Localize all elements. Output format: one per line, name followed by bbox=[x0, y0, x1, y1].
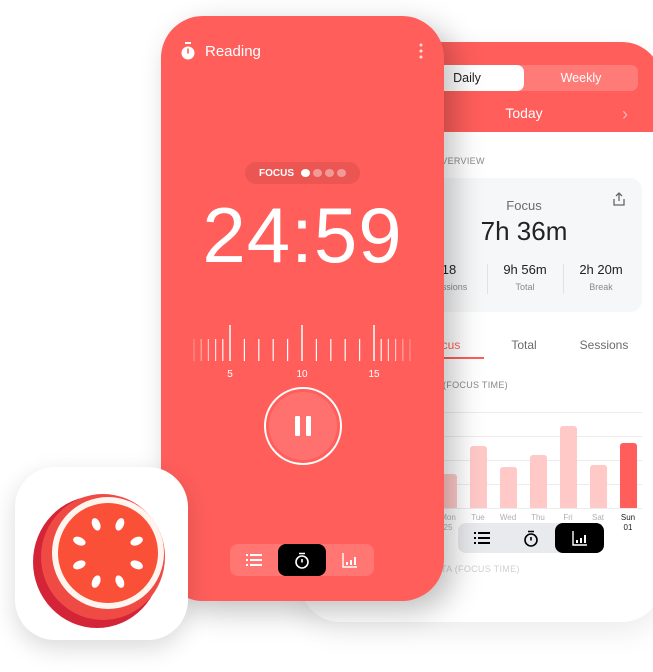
chart-icon bbox=[571, 531, 587, 546]
nav-timer-button[interactable] bbox=[507, 523, 556, 553]
bar-sat[interactable] bbox=[589, 464, 607, 508]
nav-chart-button[interactable] bbox=[555, 523, 605, 553]
app-icon bbox=[15, 467, 188, 640]
nav-list-button[interactable] bbox=[230, 544, 278, 576]
bar-tue[interactable] bbox=[469, 445, 487, 508]
list-icon bbox=[474, 532, 491, 544]
session-progress bbox=[301, 169, 346, 177]
nav-chart-button[interactable] bbox=[326, 544, 374, 576]
bar-fri[interactable] bbox=[559, 426, 577, 508]
day-label: Thu bbox=[531, 513, 545, 522]
pause-button[interactable] bbox=[264, 387, 342, 465]
day-label: Fri bbox=[563, 513, 573, 522]
timer-icon bbox=[295, 552, 309, 569]
mode-label: FOCUS bbox=[259, 167, 294, 179]
time-remaining: 24:59 bbox=[202, 191, 403, 279]
ruler-label: 10 bbox=[296, 369, 308, 380]
bar-sun[interactable] bbox=[619, 443, 637, 508]
chart-icon bbox=[342, 553, 357, 568]
ruler-label: 15 bbox=[368, 369, 380, 380]
more-options-icon[interactable] bbox=[419, 43, 423, 59]
session-tomato-icon bbox=[337, 169, 346, 177]
task-name[interactable]: Reading bbox=[205, 43, 261, 60]
bar-wed[interactable] bbox=[499, 467, 517, 508]
session-tomato-icon bbox=[313, 169, 322, 177]
tomato-logo-icon bbox=[33, 494, 165, 628]
pause-icon bbox=[269, 392, 337, 460]
bar-thu[interactable] bbox=[529, 455, 547, 508]
day-label: Tue bbox=[471, 513, 485, 522]
stopwatch-icon bbox=[181, 42, 195, 60]
timer-screen: Reading FOCUS 24:59 5 10 15 bbox=[161, 16, 444, 601]
nav-timer-button[interactable] bbox=[278, 544, 326, 576]
bottom-nav bbox=[458, 523, 605, 553]
list-icon bbox=[246, 554, 262, 566]
session-tomato-icon bbox=[301, 169, 310, 177]
nav-list-button[interactable] bbox=[458, 523, 507, 553]
day-label: Sun 01 bbox=[620, 513, 636, 532]
day-label: Wed bbox=[499, 513, 517, 522]
session-pill: FOCUS bbox=[245, 162, 360, 184]
ruler-label: 5 bbox=[227, 369, 233, 380]
footer-label: TA (FOCUS TIME) bbox=[441, 564, 520, 574]
session-tomato-icon bbox=[325, 169, 334, 177]
time-ruler[interactable]: 5 10 15 bbox=[161, 306, 444, 386]
bottom-nav bbox=[230, 544, 374, 576]
timer-icon bbox=[524, 530, 538, 547]
